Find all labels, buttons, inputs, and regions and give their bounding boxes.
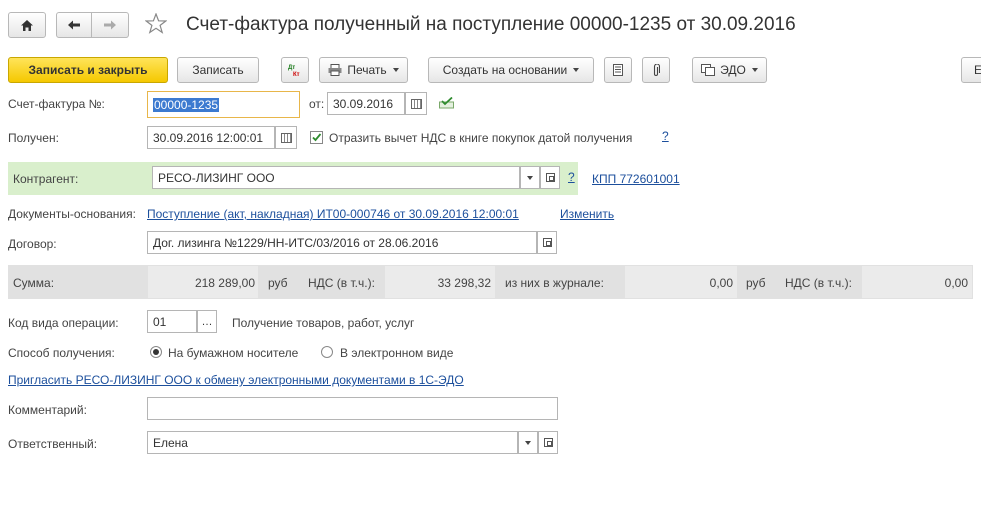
kpp-link[interactable]: КПП 772601001 <box>592 172 680 186</box>
arrow-left-icon <box>68 20 80 30</box>
op-code-select-button[interactable]: … <box>197 310 217 333</box>
forward-button[interactable] <box>91 12 129 38</box>
home-button[interactable] <box>8 12 46 38</box>
create-based-on-button[interactable]: Создать на основании <box>428 57 594 83</box>
help-link[interactable]: ? <box>662 129 669 143</box>
edo-icon <box>701 64 716 76</box>
op-code-field[interactable]: 01 <box>147 310 197 333</box>
responsible-open-button[interactable] <box>538 431 558 454</box>
comment-field[interactable] <box>147 397 558 420</box>
edo-button[interactable]: ЭДО <box>692 57 767 83</box>
svg-text:Дт: Дт <box>288 65 295 71</box>
save-button[interactable]: Записать <box>177 57 259 83</box>
base-doc-link[interactable]: Поступление (акт, накладная) ИТ00-000746… <box>147 207 519 221</box>
chevron-down-icon <box>751 68 758 72</box>
svg-text:Кт: Кт <box>293 72 300 77</box>
received-datetime-field[interactable]: 30.09.2016 12:00:01 <box>147 126 275 149</box>
contract-field[interactable]: Дог. лизинга №1229/НН-ИТС/03/2016 от 28.… <box>147 231 537 254</box>
open-icon <box>542 238 552 247</box>
printer-icon <box>328 64 342 76</box>
contract-value: Дог. лизинга №1229/НН-ИТС/03/2016 от 28.… <box>153 235 439 250</box>
journal-currency: руб <box>746 276 766 290</box>
invoice-number-label: Счет-фактура №: <box>8 97 105 111</box>
contractor-dropdown-button[interactable] <box>520 166 540 189</box>
change-link[interactable]: Изменить <box>560 207 614 221</box>
contract-label: Договор: <box>8 237 57 251</box>
from-label: от: <box>309 97 325 111</box>
journal-label: из них в журнале: <box>505 276 604 290</box>
contractor-value: РЕСО-ЛИЗИНГ ООО <box>158 170 275 185</box>
favorite-star-icon[interactable] <box>144 12 168 37</box>
invoice-number-field[interactable]: 00000-1235 <box>147 91 300 118</box>
more-button[interactable]: Е <box>961 57 981 83</box>
paperclip-icon <box>653 63 660 76</box>
invite-edo-link[interactable]: Пригласить РЕСО-ЛИЗИНГ ООО к обмену элек… <box>8 373 464 387</box>
chevron-down-icon <box>527 175 533 180</box>
responsible-value: Елена <box>153 435 188 450</box>
contractor-field[interactable]: РЕСО-ЛИЗИНГ ООО <box>152 166 520 189</box>
dt-kt-button[interactable]: Дт Кт <box>281 57 309 83</box>
contractor-help-link[interactable]: ? <box>568 170 575 184</box>
paper-radio[interactable] <box>150 346 162 358</box>
back-button[interactable] <box>56 12 92 38</box>
journal-value: 0,00 <box>709 276 733 290</box>
contractor-open-button[interactable] <box>540 166 560 189</box>
electronic-label: В электронном виде <box>340 346 454 360</box>
document-icon <box>613 64 623 76</box>
comment-label: Комментарий: <box>8 403 87 417</box>
home-icon <box>21 19 33 31</box>
responsible-field[interactable]: Елена <box>147 431 518 454</box>
vat-label: НДС (в т.ч.): <box>308 276 375 290</box>
checkmark-icon <box>312 133 322 142</box>
from-date-field[interactable]: 30.09.2016 <box>327 92 405 115</box>
page-title: Счет-фактура полученный на поступление 0… <box>186 14 796 35</box>
contract-open-button[interactable] <box>537 231 557 254</box>
dt-kt-icon: Дт Кт <box>288 65 300 77</box>
received-datetime-value: 30.09.2016 12:00:01 <box>153 130 264 145</box>
create-based-on-label: Создать на основании <box>442 63 568 77</box>
op-code-value: 01 <box>153 314 167 329</box>
op-code-label: Код вида операции: <box>8 316 119 330</box>
paper-label: На бумажном носителе <box>168 346 299 360</box>
contractor-label: Контрагент: <box>13 172 79 186</box>
print-button[interactable]: Печать <box>319 57 408 83</box>
calendar-icon <box>410 98 422 109</box>
calendar-icon <box>280 132 292 143</box>
received-label: Получен: <box>8 131 59 145</box>
save-and-close-button[interactable]: Записать и закрыть <box>8 57 168 83</box>
arrow-right-icon <box>104 20 116 30</box>
responsible-dropdown-button[interactable] <box>518 431 538 454</box>
vat-deduction-label: Отразить вычет НДС в книге покупок датой… <box>329 131 633 145</box>
invoice-number-value: 00000-1235 <box>153 97 220 112</box>
receive-method-label: Способ получения: <box>8 346 115 360</box>
sum-value: 218 289,00 <box>194 276 255 290</box>
received-calendar-button[interactable] <box>275 126 297 149</box>
responsible-label: Ответственный: <box>8 437 98 451</box>
chevron-down-icon <box>525 440 531 445</box>
base-docs-label: Документы-основания: <box>8 207 136 221</box>
calendar-button[interactable] <box>405 92 427 115</box>
vat2-label: НДС (в т.ч.): <box>785 276 852 290</box>
vat-value: 33 298,32 <box>437 276 491 290</box>
attach-button[interactable] <box>642 57 670 83</box>
chevron-down-icon <box>573 68 580 72</box>
sum-currency: руб <box>268 276 288 290</box>
check-status-icon[interactable] <box>439 96 455 112</box>
print-label: Печать <box>347 63 387 77</box>
from-date-value: 30.09.2016 <box>333 96 394 111</box>
vat-deduction-checkbox[interactable] <box>310 131 323 144</box>
sum-label: Сумма: <box>13 276 55 290</box>
open-icon <box>543 438 553 447</box>
vat2-value: 0,00 <box>944 276 968 290</box>
report-button[interactable] <box>604 57 632 83</box>
electronic-radio[interactable] <box>321 346 333 358</box>
edo-label: ЭДО <box>720 63 746 77</box>
op-code-description: Получение товаров, работ, услуг <box>232 316 415 330</box>
chevron-down-icon <box>392 68 399 72</box>
open-icon <box>545 173 555 182</box>
